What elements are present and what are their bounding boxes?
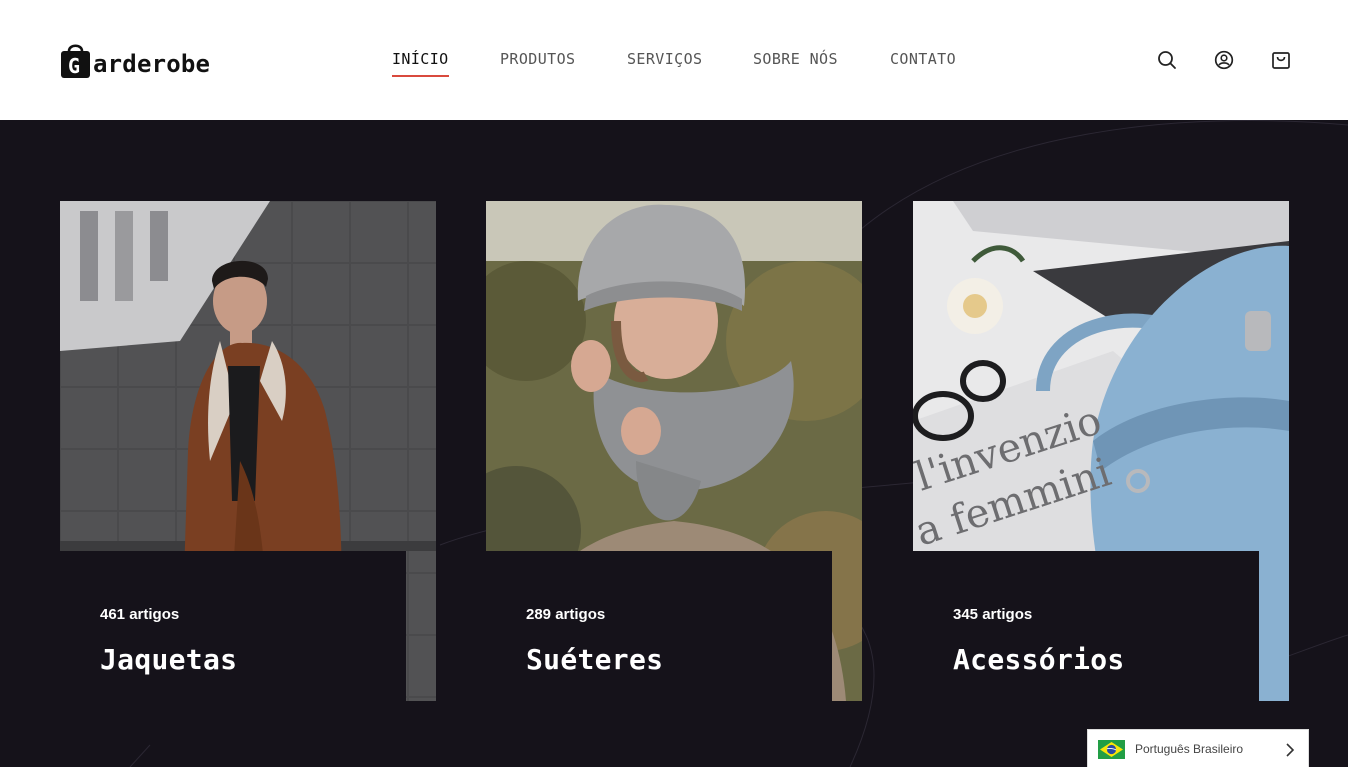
shopping-bag-logo-icon: G [60, 42, 91, 78]
nav-item-contato[interactable]: CONTATO [890, 50, 956, 68]
language-selector[interactable]: Português Brasileiro [1087, 729, 1309, 767]
user-icon[interactable] [1214, 50, 1234, 70]
site-header: G arderobe INÍCIO PRODUTOS SERVIÇOS SOBR… [0, 0, 1348, 120]
category-card-jaquetas[interactable]: 461 artigos Jaquetas [60, 201, 436, 701]
logo-letter: G [68, 54, 81, 78]
category-count: 289 artigos [526, 606, 606, 623]
brazil-flag-icon [1098, 739, 1125, 759]
category-card-sueteres[interactable]: 289 artigos Suéteres [486, 201, 862, 701]
nav-item-inicio[interactable]: INÍCIO [392, 50, 449, 77]
category-count: 461 artigos [100, 606, 180, 623]
nav-item-servicos[interactable]: SERVIÇOS [627, 50, 702, 68]
category-title[interactable]: Acessórios [953, 643, 1125, 676]
category-card-acessorios[interactable]: l'invenzio a femmini 345 artigos Acessór… [913, 201, 1289, 701]
categories-section: 461 artigos Jaquetas 289 artigos Suétere… [0, 120, 1348, 767]
logo-text: arderobe [93, 50, 211, 78]
logo[interactable]: G arderobe [60, 42, 210, 78]
nav-item-produtos[interactable]: PRODUTOS [500, 50, 575, 68]
category-count: 345 artigos [953, 606, 1033, 623]
cart-icon[interactable] [1271, 50, 1291, 70]
category-info-panel: 289 artigos Suéteres [486, 551, 832, 701]
language-label: Português Brasileiro [1135, 742, 1244, 756]
search-icon[interactable] [1157, 50, 1177, 70]
category-title[interactable]: Suéteres [526, 643, 663, 676]
category-info-panel: 345 artigos Acessórios [913, 551, 1259, 701]
nav-item-sobre-nos[interactable]: SOBRE NÓS [753, 50, 838, 68]
chevron-right-icon [1284, 743, 1296, 757]
category-title[interactable]: Jaquetas [100, 643, 237, 676]
category-info-panel: 461 artigos Jaquetas [60, 551, 406, 701]
